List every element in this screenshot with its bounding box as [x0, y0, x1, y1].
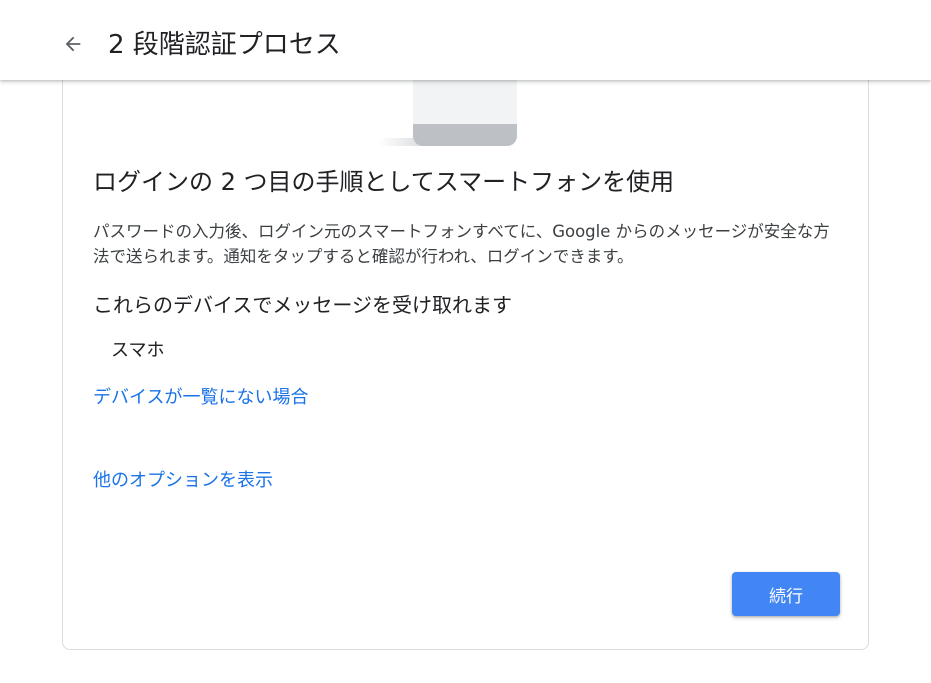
back-button[interactable]	[58, 29, 88, 59]
device-item: スマホ	[111, 340, 165, 361]
missing-device-link[interactable]: デバイスが一覧にない場合	[93, 385, 308, 411]
page-title: 2 段階認証プロセス	[108, 30, 341, 60]
section-description: パスワードの入力後、ログイン元のスマートフォンすべてに、Google からのメッ…	[93, 222, 830, 266]
phone-base	[413, 124, 517, 146]
top-app-bar: 2 段階認証プロセス	[0, 0, 931, 80]
arrow-back-icon	[65, 36, 81, 52]
more-options-link[interactable]: 他のオプションを表示	[93, 468, 273, 494]
page: 2 段階認証プロセス ログインの 2 つ目の手順としてスマートフォンを使用 パス…	[0, 0, 931, 683]
devices-heading: これらのデバイスでメッセージを受け取れます	[93, 293, 512, 317]
continue-button[interactable]: 続行	[732, 572, 840, 616]
section-heading: ログインの 2 つ目の手順としてスマートフォンを使用	[93, 168, 675, 196]
